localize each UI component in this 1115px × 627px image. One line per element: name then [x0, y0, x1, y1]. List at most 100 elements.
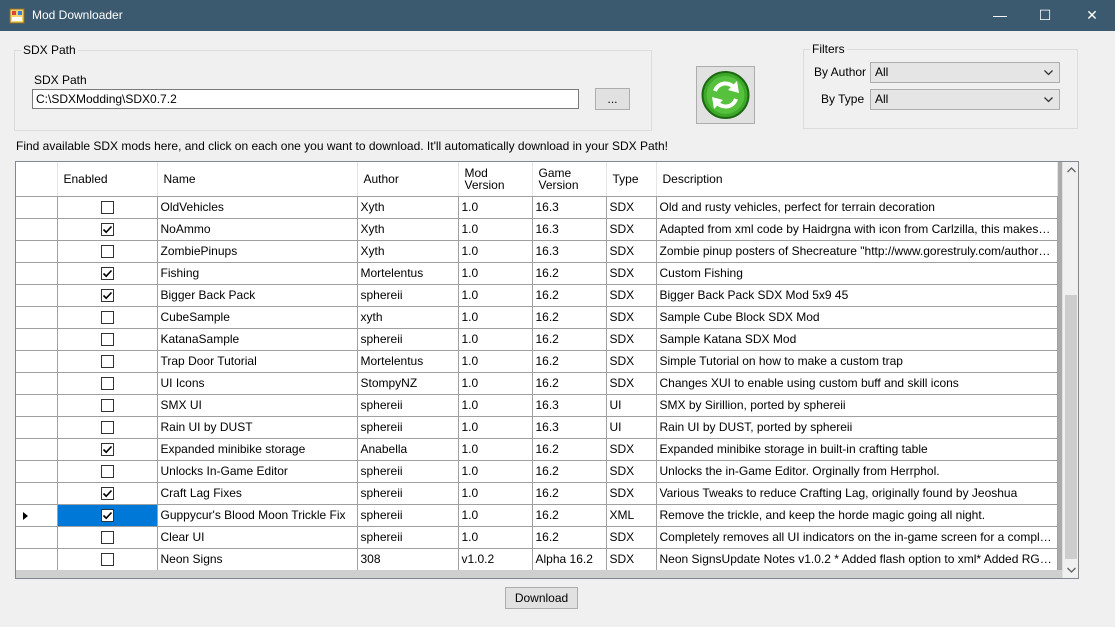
column-header-mod-version[interactable]: Mod Version: [458, 162, 533, 197]
cell-type[interactable]: SDX: [606, 284, 657, 307]
row-header[interactable]: [16, 196, 58, 219]
cell-type[interactable]: SDX: [606, 196, 657, 219]
table-row[interactable]: SMX UI sphereii 1.0 16.3 UI SMX by Sirillion,…: [16, 394, 1058, 417]
cell-game-version[interactable]: 16.3: [532, 394, 607, 417]
cell-game-version[interactable]: 16.3: [532, 218, 607, 241]
row-header[interactable]: [16, 460, 58, 483]
cell-name[interactable]: UI Icons: [157, 372, 358, 395]
cell-author[interactable]: Xyth: [357, 240, 459, 263]
cell-game-version[interactable]: 16.2: [532, 350, 607, 373]
enabled-checkbox[interactable]: [100, 530, 114, 544]
enabled-checkbox[interactable]: [100, 266, 114, 280]
author-filter-select[interactable]: All: [870, 62, 1060, 83]
enabled-checkbox[interactable]: [100, 222, 114, 236]
cell-type[interactable]: SDX: [606, 262, 657, 285]
cell-game-version[interactable]: 16.2: [532, 372, 607, 395]
cell-type[interactable]: SDX: [606, 438, 657, 461]
cell-author[interactable]: sphereii: [357, 460, 459, 483]
cell-mod-version[interactable]: 1.0: [458, 306, 533, 329]
cell-mod-version[interactable]: 1.0: [458, 240, 533, 263]
cell-mod-version[interactable]: 1.0: [458, 416, 533, 439]
cell-mod-version[interactable]: 1.0: [458, 438, 533, 461]
cell-mod-version[interactable]: 1.0: [458, 394, 533, 417]
enabled-checkbox[interactable]: [100, 310, 114, 324]
cell-name[interactable]: CubeSample: [157, 306, 358, 329]
cell-name[interactable]: Craft Lag Fixes: [157, 482, 358, 505]
cell-name[interactable]: Guppycur's Blood Moon Trickle Fix: [157, 504, 358, 527]
cell-game-version[interactable]: 16.2: [532, 504, 607, 527]
cell-author[interactable]: Anabella: [357, 438, 459, 461]
table-row[interactable]: Fishing Mortelentus 1.0 16.2 SDX Custom Fishi…: [16, 262, 1058, 285]
cell-type[interactable]: SDX: [606, 526, 657, 549]
enabled-checkbox[interactable]: [100, 244, 114, 258]
minimize-button[interactable]: —: [977, 0, 1023, 31]
cell-type[interactable]: SDX: [606, 218, 657, 241]
cell-type[interactable]: SDX: [606, 306, 657, 329]
cell-name[interactable]: NoAmmo: [157, 218, 358, 241]
cell-description[interactable]: Expanded minibike storage in built-in cr…: [656, 438, 1058, 461]
row-header[interactable]: [16, 394, 58, 417]
cell-author[interactable]: xyth: [357, 306, 459, 329]
cell-type[interactable]: SDX: [606, 372, 657, 395]
cell-mod-version[interactable]: 1.0: [458, 460, 533, 483]
row-header[interactable]: [16, 482, 58, 505]
cell-author[interactable]: 308: [357, 548, 459, 571]
row-header[interactable]: [16, 240, 58, 263]
cell-type[interactable]: SDX: [606, 328, 657, 351]
scroll-down-icon[interactable]: [1063, 561, 1079, 578]
row-header[interactable]: [16, 306, 58, 329]
table-row[interactable]: Neon Signs 308 v1.0.2 Alpha 16.2 SDX Neon Sig…: [16, 548, 1058, 571]
cell-name[interactable]: Trap Door Tutorial: [157, 350, 358, 373]
cell-author[interactable]: sphereii: [357, 328, 459, 351]
cell-mod-version[interactable]: 1.0: [458, 218, 533, 241]
browse-button[interactable]: ...: [595, 88, 630, 110]
cell-type[interactable]: SDX: [606, 240, 657, 263]
table-row[interactable]: NoAmmo Xyth 1.0 16.3 SDX Adapted from xml cod…: [16, 218, 1058, 241]
row-header[interactable]: [16, 548, 58, 571]
cell-name[interactable]: Clear UI: [157, 526, 358, 549]
cell-description[interactable]: Bigger Back Pack SDX Mod 5x9 45: [656, 284, 1058, 307]
cell-description[interactable]: Remove the trickle, and keep the horde m…: [656, 504, 1058, 527]
enabled-checkbox[interactable]: [100, 552, 114, 566]
table-row[interactable]: CubeSample xyth 1.0 16.2 SDX Sample Cube Bloc…: [16, 306, 1058, 329]
cell-description[interactable]: Custom Fishing: [656, 262, 1058, 285]
cell-game-version[interactable]: 16.2: [532, 460, 607, 483]
cell-author[interactable]: sphereii: [357, 284, 459, 307]
cell-author[interactable]: sphereii: [357, 482, 459, 505]
column-header-game-version[interactable]: Game Version: [532, 162, 607, 197]
cell-game-version[interactable]: 16.2: [532, 306, 607, 329]
close-button[interactable]: ✕: [1069, 0, 1115, 31]
cell-type[interactable]: UI: [606, 394, 657, 417]
cell-mod-version[interactable]: 1.0: [458, 526, 533, 549]
enabled-checkbox[interactable]: [100, 288, 114, 302]
enabled-checkbox[interactable]: [100, 508, 114, 522]
cell-game-version[interactable]: 16.3: [532, 240, 607, 263]
cell-name[interactable]: Expanded minibike storage: [157, 438, 358, 461]
row-header[interactable]: [16, 372, 58, 395]
cell-name[interactable]: Fishing: [157, 262, 358, 285]
enabled-checkbox[interactable]: [100, 376, 114, 390]
table-row[interactable]: Guppycur's Blood Moon Trickle Fix spherei…: [16, 504, 1058, 527]
cell-mod-version[interactable]: 1.0: [458, 482, 533, 505]
row-header[interactable]: [16, 328, 58, 351]
cell-description[interactable]: Rain UI by DUST, ported by sphereii: [656, 416, 1058, 439]
cell-author[interactable]: Mortelentus: [357, 262, 459, 285]
column-header-description[interactable]: Description: [656, 162, 1058, 197]
cell-description[interactable]: Neon SignsUpdate Notes v1.0.2 * Added fl…: [656, 548, 1058, 571]
cell-type[interactable]: UI: [606, 416, 657, 439]
row-header[interactable]: [16, 438, 58, 461]
enabled-checkbox[interactable]: [100, 442, 114, 456]
row-header[interactable]: [16, 284, 58, 307]
enabled-checkbox[interactable]: [100, 354, 114, 368]
cell-game-version[interactable]: 16.3: [532, 416, 607, 439]
column-header-author[interactable]: Author: [357, 162, 459, 197]
cell-game-version[interactable]: 16.2: [532, 328, 607, 351]
enabled-checkbox[interactable]: [100, 332, 114, 346]
scrollbar-thumb[interactable]: [1065, 295, 1077, 559]
cell-description[interactable]: Unlocks the in-Game Editor. Orginally fr…: [656, 460, 1058, 483]
cell-name[interactable]: KatanaSample: [157, 328, 358, 351]
cell-game-version[interactable]: 16.2: [532, 262, 607, 285]
cell-game-version[interactable]: 16.2: [532, 284, 607, 307]
type-filter-select[interactable]: All: [870, 89, 1060, 110]
table-row[interactable]: Craft Lag Fixes sphereii 1.0 16.2 SDX Various…: [16, 482, 1058, 505]
